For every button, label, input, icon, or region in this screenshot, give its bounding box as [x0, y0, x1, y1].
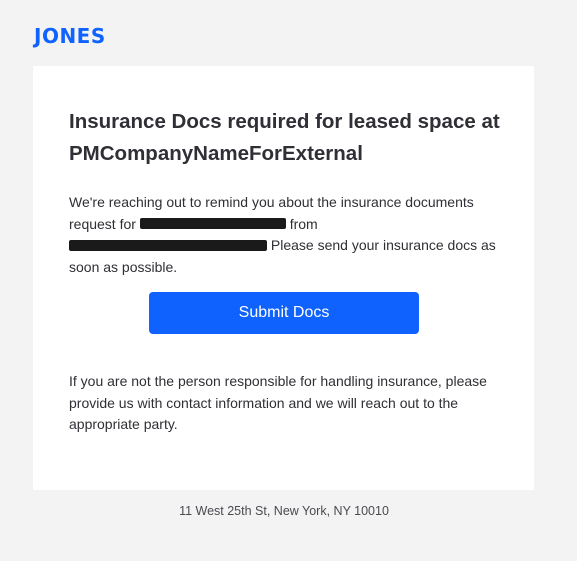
redacted-property-name: [139, 218, 286, 230]
email-page: JONES Insurance Docs required for leased…: [0, 0, 577, 561]
footer-address: 11 West 25th St, New York, NY 10010: [179, 504, 389, 518]
submit-docs-button[interactable]: Submit Docs: [149, 292, 419, 334]
redacted-requester-name: [69, 239, 267, 251]
email-card: Insurance Docs required for leased space…: [33, 66, 534, 490]
jones-logo: JONES: [34, 24, 106, 48]
responsibility-note: If you are not the person responsible fo…: [69, 373, 487, 432]
email-title: Insurance Docs required for leased space…: [69, 110, 500, 165]
intro-paragraph: We're reaching out to remind you about t…: [69, 192, 501, 278]
intro-text-middle: from: [285, 215, 318, 232]
